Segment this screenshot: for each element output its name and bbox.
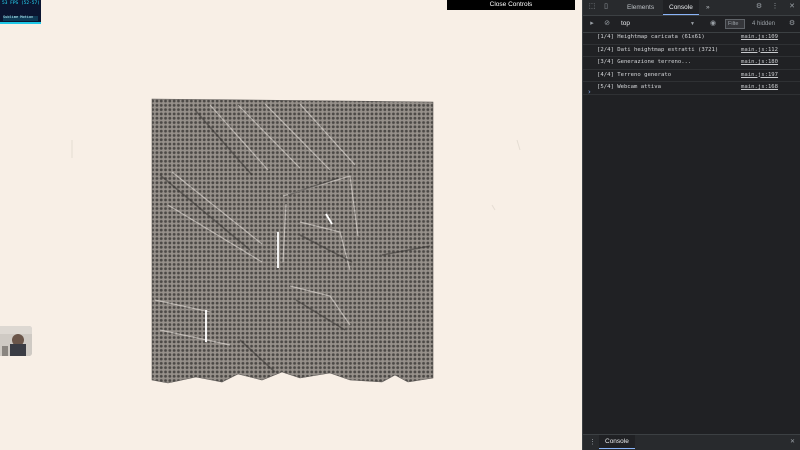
console-toolbar: ▸ ⊘ top ▼ ◉ Filte 4 hidden ⚙ xyxy=(583,16,800,33)
close-drawer-icon[interactable]: ✕ xyxy=(790,438,795,445)
log-source-link[interactable]: main.js:109 xyxy=(741,32,778,43)
console-drawer: ⋮ Console ✕ xyxy=(583,434,800,450)
webcam-image xyxy=(0,326,32,356)
filter-placeholder: Filte xyxy=(728,21,739,27)
sidebar-toggle-icon[interactable]: ▸ xyxy=(588,20,596,28)
console-log-row: [2/4] Dati heightmap estratti (3721) mai… xyxy=(583,45,800,57)
device-toolbar-icon[interactable]: ▯ xyxy=(602,3,610,11)
eye-icon[interactable]: ◉ xyxy=(709,20,717,28)
close-icon[interactable]: ✕ xyxy=(788,3,796,11)
console-log-row: [1/4] Heightmap caricata (61x61) main.js… xyxy=(583,32,800,45)
console-settings-gear-icon[interactable]: ⚙ xyxy=(788,20,796,28)
log-message: [1/4] Heightmap caricata (61x61) xyxy=(597,34,705,40)
fps-stats-panel[interactable]: 53 FPS (52-57) Sublime Motion xyxy=(0,0,41,24)
log-message: [5/4] Webcam attiva xyxy=(597,84,661,90)
inspect-element-icon[interactable]: ⬚ xyxy=(588,3,596,11)
console-prompt-icon[interactable]: › xyxy=(588,88,591,96)
chevron-down-icon: ▼ xyxy=(690,21,695,27)
webcam-preview xyxy=(0,326,32,356)
console-log-row: [3/4] Generazione terreno... main.js:180 xyxy=(583,57,800,70)
console-messages: [1/4] Heightmap caricata (61x61) main.js… xyxy=(583,32,800,95)
viewport[interactable]: 53 FPS (52-57) Sublime Motion Close Cont… xyxy=(0,0,582,450)
drawer-tab-console[interactable]: Console xyxy=(599,435,635,449)
log-source-link[interactable]: main.js:112 xyxy=(741,45,778,56)
terrain-mesh[interactable] xyxy=(0,0,582,450)
devtools-panel: ⬚ ▯ Elements Console » ⚙ ⋮ ✕ ▸ ⊘ top ▼ ◉… xyxy=(582,0,800,450)
fps-readout: 53 FPS (52-57) xyxy=(2,1,40,6)
log-message: [2/4] Dati heightmap estratti (3721) xyxy=(597,46,719,53)
devtools-tabbar: ⬚ ▯ Elements Console » ⚙ ⋮ ✕ xyxy=(583,0,800,16)
context-label: top xyxy=(621,20,631,27)
gear-icon[interactable]: ⚙ xyxy=(755,3,763,11)
log-source-link[interactable]: main.js:197 xyxy=(741,70,778,81)
log-source-link[interactable]: main.js:180 xyxy=(741,57,778,68)
log-message: [4/4] Terreno generato xyxy=(597,71,672,78)
hidden-messages-count[interactable]: 4 hidden xyxy=(752,19,775,29)
more-tabs-button[interactable]: » xyxy=(700,0,716,15)
filter-input[interactable]: Filte xyxy=(725,19,745,29)
close-controls-button[interactable]: Close Controls xyxy=(447,0,575,10)
drawer-menu-icon[interactable]: ⋮ xyxy=(589,438,596,446)
more-options-icon[interactable]: ⋮ xyxy=(771,3,779,11)
log-source-link[interactable]: main.js:168 xyxy=(741,82,778,93)
tab-elements[interactable]: Elements xyxy=(621,0,660,15)
tab-console[interactable]: Console xyxy=(663,0,699,15)
context-selector[interactable]: top ▼ xyxy=(621,19,695,29)
fps-label: Sublime Motion xyxy=(3,15,34,19)
log-message: [3/4] Generazione terreno... xyxy=(597,59,692,65)
console-log-row: [5/4] Webcam attiva main.js:168 xyxy=(583,82,800,95)
clear-console-icon[interactable]: ⊘ xyxy=(603,20,611,28)
console-log-row: [4/4] Terreno generato main.js:197 xyxy=(583,70,800,82)
